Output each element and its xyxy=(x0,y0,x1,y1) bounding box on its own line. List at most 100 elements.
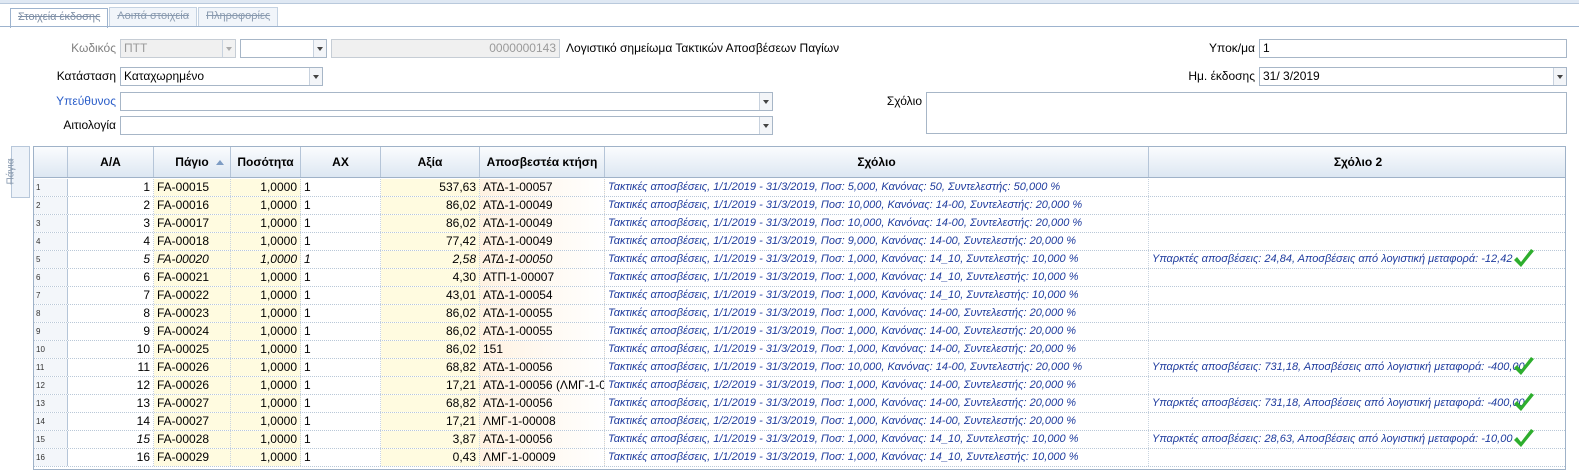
code-number-field[interactable]: 0000000143 xyxy=(331,39,560,58)
cell-aa[interactable]: 2 xyxy=(68,197,154,214)
reason-select[interactable] xyxy=(120,116,773,135)
table-row[interactable]: 16 16 FA-00029 1,0000 1 0,43 ΛΜΓ-1-00009 Τακτικ… xyxy=(34,449,1565,467)
cell-asset[interactable]: FA-00018 xyxy=(154,233,231,250)
cell-acquisition[interactable]: ΑΤΔ-1-00054 xyxy=(480,287,605,304)
tab-issue-details[interactable]: Στοιχεία έκδοσης xyxy=(10,8,109,28)
tab-other-details[interactable]: Λοιπά στοιχεία xyxy=(109,7,198,26)
cell-value[interactable]: 68,82 xyxy=(381,395,480,412)
cell-acquisition[interactable]: ΑΤΔ-1-00056 xyxy=(480,431,605,448)
cell-asset[interactable]: FA-00027 xyxy=(154,395,231,412)
table-row[interactable]: 11 11 FA-00026 1,0000 1 68,82 ΑΤΔ-1-00056 Τακτι… xyxy=(34,357,1565,377)
cell-qty[interactable]: 1,0000 xyxy=(231,395,301,412)
cell-comment[interactable]: Τακτικές αποσβέσεις, 1/1/2019 - 31/3/201… xyxy=(605,305,1149,322)
cell-aa[interactable]: 13 xyxy=(68,395,154,412)
side-tab-assets[interactable]: Πάγια xyxy=(6,146,30,198)
cell-asset[interactable]: FA-00025 xyxy=(154,341,231,358)
cell-value[interactable]: 537,63 xyxy=(381,179,480,196)
comment-field[interactable] xyxy=(926,92,1567,134)
code-series-select[interactable]: ΠΤΤ xyxy=(120,39,236,58)
cell-value[interactable]: 68,82 xyxy=(381,359,480,376)
cell-acquisition[interactable]: ΛΜΓ-1-00009 xyxy=(480,449,605,466)
cell-comment2[interactable]: Υπαρκτές αποσβέσεις: 731,18, Αποσβέσεις … xyxy=(1149,395,1565,412)
cell-asset[interactable]: FA-00021 xyxy=(154,269,231,286)
cell-qty[interactable]: 1,0000 xyxy=(231,413,301,430)
table-row[interactable]: 13 13 FA-00027 1,0000 1 68,82 ΑΤΔ-1-00056 Τακτι… xyxy=(34,393,1565,413)
cell-acquisition[interactable]: ΑΤΠ-1-00007 xyxy=(480,269,605,286)
cell-comment[interactable]: Τακτικές αποσβέσεις, 1/1/2019 - 31/3/201… xyxy=(605,449,1149,466)
cell-ax[interactable]: 1 xyxy=(301,233,381,250)
cell-comment2[interactable]: Υπαρκτές αποσβέσεις: 24,84, Αποσβέσεις α… xyxy=(1149,251,1565,268)
cell-comment[interactable]: Τακτικές αποσβέσεις, 1/1/2019 - 31/3/201… xyxy=(605,359,1149,376)
cell-aa[interactable]: 7 xyxy=(68,287,154,304)
cell-acquisition[interactable]: 151 xyxy=(480,341,605,358)
table-row[interactable]: 12 12 FA-00026 1,0000 1 17,21 ΑΤΔ-1-00056 (ΛΜΓ… xyxy=(34,377,1565,395)
cell-comment[interactable]: Τακτικές αποσβέσεις, 1/1/2019 - 31/3/201… xyxy=(605,287,1149,304)
col-header-acquisition[interactable]: Αποσβεστέα κτήση xyxy=(480,147,605,177)
cell-acquisition[interactable]: ΑΤΔ-1-00055 xyxy=(480,305,605,322)
cell-qty[interactable]: 1,0000 xyxy=(231,341,301,358)
cell-value[interactable]: 4,30 xyxy=(381,269,480,286)
cell-asset[interactable]: FA-00017 xyxy=(154,215,231,232)
cell-asset[interactable]: FA-00016 xyxy=(154,197,231,214)
cell-comment2[interactable] xyxy=(1149,197,1565,214)
cell-acquisition[interactable]: ΑΤΔ-1-00056 (ΛΜΓ-1-0... xyxy=(480,377,605,394)
table-row[interactable]: 8 8 FA-00023 1,0000 1 86,02 ΑΤΔ-1-00055 Τακτικέ… xyxy=(34,305,1565,323)
cell-aa[interactable]: 1 xyxy=(68,179,154,196)
cell-value[interactable]: 86,02 xyxy=(381,323,480,340)
cell-comment2[interactable] xyxy=(1149,341,1565,358)
cell-ax[interactable]: 1 xyxy=(301,377,381,394)
cell-comment2[interactable] xyxy=(1149,233,1565,250)
table-row[interactable]: 15 15 FA-00028 1,0000 1 3,87 ΑΤΔ-1-00056 Τακτικ… xyxy=(34,429,1565,449)
cell-asset[interactable]: FA-00028 xyxy=(154,431,231,448)
table-row[interactable]: 7 7 FA-00022 1,0000 1 43,01 ΑΤΔ-1-00054 Τακτικέ… xyxy=(34,287,1565,305)
cell-comment[interactable]: Τακτικές αποσβέσεις, 1/1/2019 - 31/3/201… xyxy=(605,323,1149,340)
cell-qty[interactable]: 1,0000 xyxy=(231,377,301,394)
cell-value[interactable]: 86,02 xyxy=(381,197,480,214)
cell-value[interactable]: 77,42 xyxy=(381,233,480,250)
cell-comment2[interactable] xyxy=(1149,413,1565,430)
cell-ax[interactable]: 1 xyxy=(301,287,381,304)
cell-value[interactable]: 86,02 xyxy=(381,215,480,232)
cell-comment2[interactable] xyxy=(1149,449,1565,466)
cell-acquisition[interactable]: ΑΤΔ-1-00057 xyxy=(480,179,605,196)
chevron-down-icon[interactable] xyxy=(309,68,322,85)
table-row[interactable]: 5 5 FA-00020 1,0000 1 2,58 ΑΤΔ-1-00050 Τακτικές… xyxy=(34,249,1565,269)
cell-aa[interactable]: 9 xyxy=(68,323,154,340)
chevron-down-icon[interactable] xyxy=(759,117,772,134)
table-row[interactable]: 6 6 FA-00021 1,0000 1 4,30 ΑΤΠ-1-00007 Τακτικές… xyxy=(34,269,1565,287)
col-header-ax[interactable]: ΑΧ xyxy=(301,147,381,177)
cell-comment[interactable]: Τακτικές αποσβέσεις, 1/1/2019 - 31/3/201… xyxy=(605,197,1149,214)
cell-ax[interactable]: 1 xyxy=(301,251,381,268)
cell-qty[interactable]: 1,0000 xyxy=(231,269,301,286)
table-row[interactable]: 14 14 FA-00027 1,0000 1 17,21 ΛΜΓ-1-00008 Τακτι… xyxy=(34,413,1565,431)
cell-acquisition[interactable]: ΑΤΔ-1-00050 xyxy=(480,251,605,268)
cell-qty[interactable]: 1,0000 xyxy=(231,233,301,250)
cell-qty[interactable]: 1,0000 xyxy=(231,215,301,232)
cell-acquisition[interactable]: ΑΤΔ-1-00056 xyxy=(480,359,605,376)
cell-ax[interactable]: 1 xyxy=(301,197,381,214)
cell-comment[interactable]: Τακτικές αποσβέσεις, 1/1/2019 - 31/3/201… xyxy=(605,269,1149,286)
cell-qty[interactable]: 1,0000 xyxy=(231,197,301,214)
cell-aa[interactable]: 3 xyxy=(68,215,154,232)
cell-qty[interactable]: 1,0000 xyxy=(231,431,301,448)
cell-ax[interactable]: 1 xyxy=(301,341,381,358)
cell-comment[interactable]: Τακτικές αποσβέσεις, 1/1/2019 - 31/3/201… xyxy=(605,179,1149,196)
cell-comment[interactable]: Τακτικές αποσβέσεις, 1/2/2019 - 31/3/201… xyxy=(605,377,1149,394)
cell-comment[interactable]: Τακτικές αποσβέσεις, 1/1/2019 - 31/3/201… xyxy=(605,395,1149,412)
col-header-value[interactable]: Αξία xyxy=(381,147,480,177)
col-header-aa[interactable]: Α/Α xyxy=(68,147,154,177)
cell-qty[interactable]: 1,0000 xyxy=(231,359,301,376)
cell-comment[interactable]: Τακτικές αποσβέσεις, 1/1/2019 - 31/3/201… xyxy=(605,233,1149,250)
cell-ax[interactable]: 1 xyxy=(301,413,381,430)
cell-ax[interactable]: 1 xyxy=(301,269,381,286)
cell-value[interactable]: 86,02 xyxy=(381,305,480,322)
cell-ax[interactable]: 1 xyxy=(301,305,381,322)
cell-aa[interactable]: 12 xyxy=(68,377,154,394)
tab-information[interactable]: Πληροφορίες xyxy=(198,7,279,26)
col-header-qty[interactable]: Ποσότητα xyxy=(231,147,301,177)
cell-ax[interactable]: 1 xyxy=(301,215,381,232)
cell-asset[interactable]: FA-00020 xyxy=(154,251,231,268)
cell-aa[interactable]: 14 xyxy=(68,413,154,430)
cell-asset[interactable]: FA-00027 xyxy=(154,413,231,430)
cell-comment2[interactable]: Υπαρκτές αποσβέσεις: 731,18, Αποσβέσεις … xyxy=(1149,359,1565,376)
